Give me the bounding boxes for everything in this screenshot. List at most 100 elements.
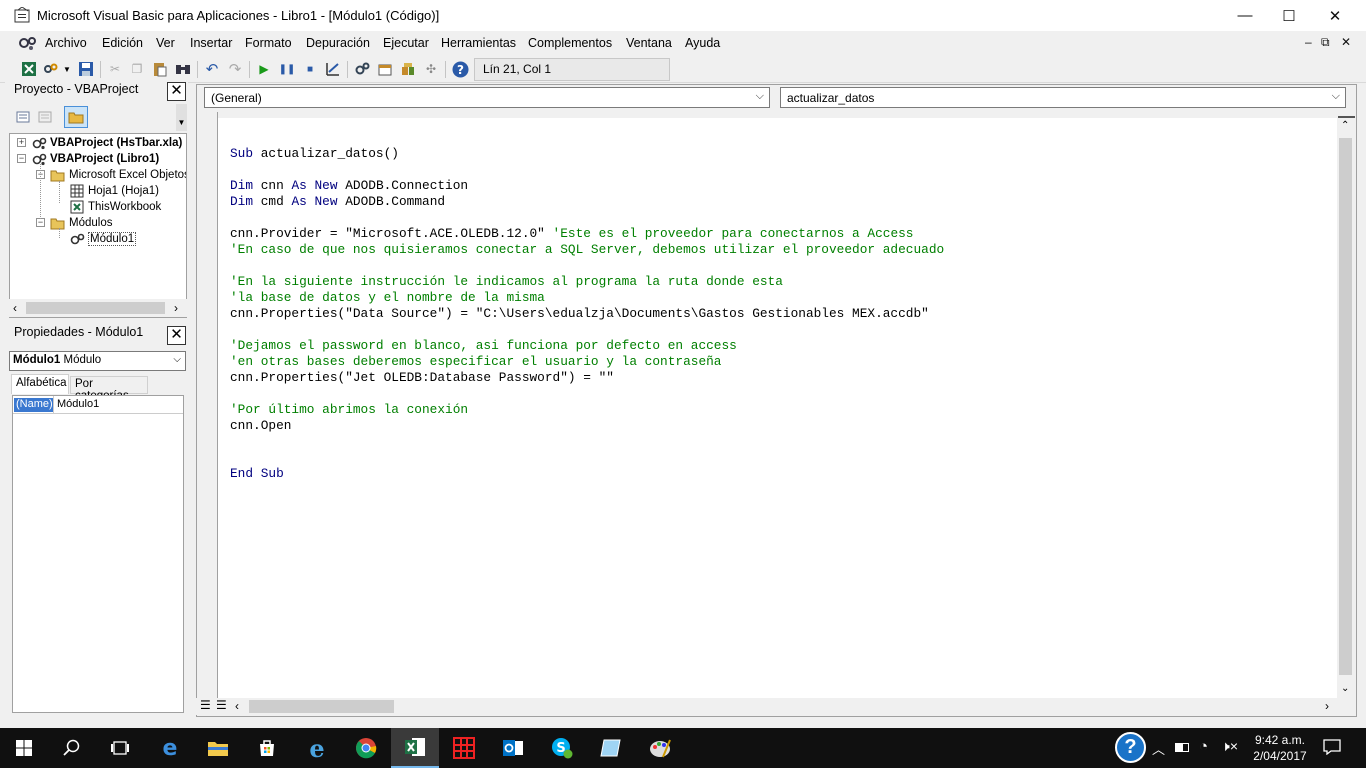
code-line[interactable] bbox=[230, 162, 944, 178]
toolbar-overflow-icon[interactable]: ▼ bbox=[176, 104, 187, 131]
code-line[interactable]: End Sub bbox=[230, 466, 944, 482]
code-line[interactable]: Dim cmd As New ADODB.Command bbox=[230, 194, 944, 210]
menu-herramientas[interactable]: Herramientas bbox=[441, 36, 516, 50]
tab-alfabetica[interactable]: Alfabética bbox=[11, 374, 69, 394]
code-hscroll[interactable]: ☰ ☰ ‹ › bbox=[196, 698, 1354, 715]
scroll-thumb[interactable] bbox=[249, 700, 394, 713]
full-module-view-icon[interactable]: ☰ bbox=[216, 698, 227, 712]
property-name-name[interactable]: (Name) bbox=[14, 398, 53, 412]
expand-icon[interactable]: + bbox=[17, 138, 26, 147]
menu-edicion[interactable]: Edición bbox=[102, 36, 143, 50]
menu-complementos[interactable]: Complementos bbox=[528, 36, 612, 50]
skype-icon[interactable]: S bbox=[538, 728, 586, 768]
undo-icon[interactable]: ↶ bbox=[203, 60, 221, 78]
code-line[interactable]: cnn.Properties("Jet OLEDB:Database Passw… bbox=[230, 370, 944, 386]
outlook-icon[interactable] bbox=[489, 728, 537, 768]
task-view-icon[interactable] bbox=[96, 728, 144, 768]
code-line[interactable] bbox=[230, 434, 944, 450]
design-mode-icon[interactable] bbox=[324, 60, 342, 78]
pause-icon[interactable]: ❚❚ bbox=[278, 60, 296, 78]
code-line[interactable] bbox=[230, 322, 944, 338]
internet-explorer-icon[interactable]: e bbox=[293, 728, 341, 768]
code-line[interactable] bbox=[230, 386, 944, 402]
tree-item-excel-objects[interactable]: Microsoft Excel Objetos bbox=[50, 167, 186, 183]
code-line[interactable]: 'la base de datos y el nombre de la mism… bbox=[230, 290, 944, 306]
paste-icon[interactable] bbox=[151, 60, 169, 78]
maximize-button[interactable]: ☐ bbox=[1266, 0, 1312, 31]
help-tray-icon[interactable]: ? bbox=[1115, 732, 1146, 763]
menu-formato[interactable]: Formato bbox=[245, 36, 292, 50]
insert-module-icon[interactable] bbox=[42, 60, 60, 78]
code-line[interactable]: 'Dejamos el password en blanco, asi func… bbox=[230, 338, 944, 354]
scroll-right-icon[interactable]: › bbox=[174, 301, 178, 315]
tree-item-hstbar[interactable]: VBAProject (HsTbar.xla) bbox=[31, 135, 182, 151]
copy-icon[interactable]: ❐ bbox=[128, 60, 146, 78]
code-line[interactable]: 'Por último abrimos la conexión bbox=[230, 402, 944, 418]
code-editor[interactable]: Sub actualizar_datos() Dim cnn As New ADO… bbox=[218, 118, 1337, 698]
tree-item-libro1[interactable]: VBAProject (Libro1) bbox=[31, 151, 159, 167]
properties-window-icon[interactable] bbox=[376, 60, 394, 78]
code-line[interactable] bbox=[230, 210, 944, 226]
volume-muted-icon[interactable]: 🕨× bbox=[1221, 738, 1238, 755]
code-line[interactable]: cnn.Open bbox=[230, 418, 944, 434]
tree-item-thisworkbook[interactable]: ThisWorkbook bbox=[69, 199, 161, 215]
tree-item-hoja1[interactable]: Hoja1 (Hoja1) bbox=[69, 183, 159, 199]
toggle-folders-icon[interactable] bbox=[64, 106, 88, 128]
scroll-left-icon[interactable]: ‹ bbox=[13, 301, 17, 315]
file-explorer-icon[interactable] bbox=[194, 728, 242, 768]
store-icon[interactable] bbox=[243, 728, 291, 768]
object-combo[interactable]: (General) ⌵ bbox=[204, 87, 770, 108]
code-vscroll[interactable]: ⌃ ⌄ bbox=[1337, 118, 1354, 698]
tree-item-modulo1[interactable]: Módulo1 bbox=[69, 231, 137, 247]
tab-por-categorias[interactable]: Por categorías bbox=[70, 376, 148, 402]
scroll-left-icon[interactable]: ‹ bbox=[235, 699, 239, 713]
toolbox-icon[interactable]: ✣ bbox=[422, 60, 440, 78]
menu-ejecutar[interactable]: Ejecutar bbox=[383, 36, 429, 50]
minimize-button[interactable]: — bbox=[1222, 0, 1268, 31]
view-object-icon[interactable] bbox=[37, 109, 55, 125]
view-code-icon[interactable] bbox=[15, 109, 33, 125]
project-tree-hscroll[interactable]: ‹ › bbox=[9, 299, 187, 317]
scroll-down-icon[interactable]: ⌄ bbox=[1341, 683, 1349, 694]
code-text[interactable]: Sub actualizar_datos() Dim cnn As New ADO… bbox=[230, 146, 944, 482]
scroll-right-icon[interactable]: › bbox=[1325, 699, 1329, 713]
start-button[interactable] bbox=[0, 728, 48, 768]
code-line[interactable]: Sub actualizar_datos() bbox=[230, 146, 944, 162]
menu-insertar[interactable]: Insertar bbox=[190, 36, 232, 50]
margin-indicator-bar[interactable] bbox=[197, 112, 218, 698]
code-line[interactable] bbox=[230, 258, 944, 274]
procedure-combo[interactable]: actualizar_datos ⌵ bbox=[780, 87, 1346, 108]
find-icon[interactable] bbox=[174, 60, 192, 78]
object-browser-icon[interactable] bbox=[399, 60, 417, 78]
vba-project-icon[interactable] bbox=[18, 35, 38, 51]
stop-icon[interactable]: ■ bbox=[301, 60, 319, 78]
run-icon[interactable]: ▶ bbox=[255, 60, 273, 78]
redo-icon[interactable]: ↷ bbox=[226, 60, 244, 78]
menu-ventana[interactable]: Ventana bbox=[626, 36, 672, 50]
code-line[interactable]: 'En caso de que nos quisieramos conectar… bbox=[230, 242, 944, 258]
property-value-name[interactable]: Módulo1 bbox=[55, 398, 182, 412]
mdi-close-button[interactable]: ✕ bbox=[1341, 35, 1351, 49]
code-line[interactable]: 'en otras bases deberemos especificar el… bbox=[230, 354, 944, 370]
chevron-up-icon[interactable]: ︿ bbox=[1152, 739, 1165, 758]
search-icon[interactable] bbox=[48, 728, 96, 768]
object-selector[interactable]: Módulo1 Módulo ⌵ bbox=[9, 351, 186, 371]
app-grid-icon[interactable] bbox=[440, 728, 488, 768]
notifications-icon[interactable] bbox=[1323, 739, 1341, 756]
scroll-thumb[interactable] bbox=[1339, 138, 1352, 675]
scroll-thumb[interactable] bbox=[26, 302, 165, 314]
collapse-icon[interactable]: − bbox=[36, 218, 45, 227]
properties-panel-close-button[interactable]: ✕ bbox=[167, 326, 186, 345]
code-line[interactable] bbox=[230, 450, 944, 466]
collapse-icon[interactable]: − bbox=[17, 154, 26, 163]
help-icon[interactable]: ? bbox=[451, 60, 469, 78]
menu-archivo[interactable]: Archivo bbox=[45, 36, 87, 50]
menu-ver[interactable]: Ver bbox=[156, 36, 175, 50]
wifi-icon[interactable]: ◔ bbox=[1199, 738, 1208, 755]
paint-icon[interactable] bbox=[636, 728, 684, 768]
code-line[interactable]: Dim cnn As New ADODB.Connection bbox=[230, 178, 944, 194]
excel-taskbar-icon[interactable] bbox=[391, 728, 439, 768]
menu-depuracion[interactable]: Depuración bbox=[306, 36, 370, 50]
code-line[interactable]: cnn.Provider = "Microsoft.ACE.OLEDB.12.0… bbox=[230, 226, 944, 242]
save-icon[interactable] bbox=[77, 60, 95, 78]
